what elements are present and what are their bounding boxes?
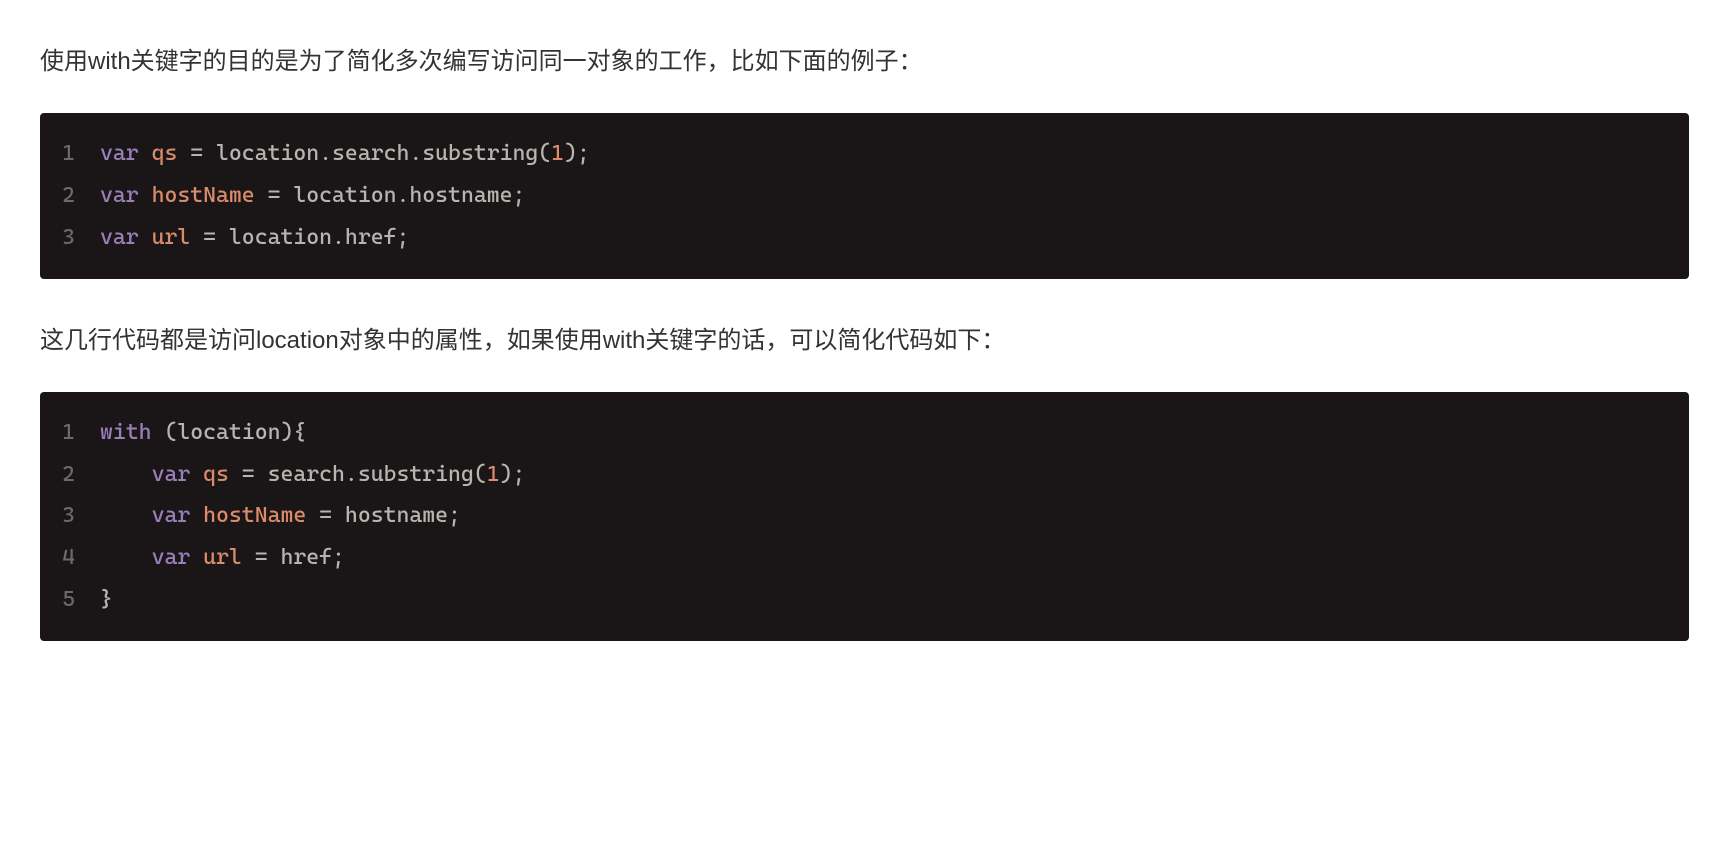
code-content: var hostName = location.hostname; bbox=[100, 175, 525, 217]
code-token bbox=[139, 141, 152, 166]
code-line: 4 var url = href; bbox=[40, 537, 1689, 579]
code-line: 2 var qs = search.substring(1); bbox=[40, 454, 1689, 496]
line-number: 2 bbox=[60, 175, 100, 217]
code-token: ); bbox=[500, 462, 526, 487]
code-block-2: 1with (location){2 var qs = search.subst… bbox=[40, 392, 1689, 641]
code-line: 3var url = location.href; bbox=[40, 217, 1689, 259]
code-token bbox=[100, 462, 152, 487]
code-token bbox=[100, 503, 152, 528]
line-number: 3 bbox=[60, 495, 100, 537]
code-line: 2var hostName = location.hostname; bbox=[40, 175, 1689, 217]
code-token bbox=[139, 225, 152, 250]
code-content: var url = location.href; bbox=[100, 217, 409, 259]
code-token: hostName bbox=[203, 503, 306, 528]
code-content: } bbox=[100, 579, 113, 621]
code-token: var bbox=[152, 545, 191, 570]
code-token: url bbox=[152, 225, 191, 250]
line-number: 1 bbox=[60, 412, 100, 454]
code-token bbox=[139, 183, 152, 208]
code-token: var bbox=[100, 141, 139, 166]
code-line: 1var qs = location.search.substring(1); bbox=[40, 133, 1689, 175]
code-token: with bbox=[100, 420, 152, 445]
code-token: var bbox=[100, 225, 139, 250]
code-content: var hostName = hostname; bbox=[100, 495, 461, 537]
code-token bbox=[190, 462, 203, 487]
code-content: var url = href; bbox=[100, 537, 345, 579]
code-token bbox=[190, 503, 203, 528]
code-line: 5} bbox=[40, 579, 1689, 621]
line-number: 5 bbox=[60, 579, 100, 621]
code-token bbox=[190, 545, 203, 570]
code-line: 1with (location){ bbox=[40, 412, 1689, 454]
code-content: var qs = location.search.substring(1); bbox=[100, 133, 590, 175]
code-block-1: 1var qs = location.search.substring(1);2… bbox=[40, 113, 1689, 278]
code-token: = location.href; bbox=[190, 225, 409, 250]
code-token: var bbox=[152, 462, 191, 487]
code-token: url bbox=[203, 545, 242, 570]
line-number: 4 bbox=[60, 537, 100, 579]
code-line: 3 var hostName = hostname; bbox=[40, 495, 1689, 537]
line-number: 3 bbox=[60, 217, 100, 259]
code-token: = href; bbox=[242, 545, 345, 570]
code-token: qs bbox=[203, 462, 229, 487]
paragraph-2: 这几行代码都是访问location对象中的属性，如果使用with关键字的话，可以… bbox=[40, 319, 1689, 362]
code-token: = location.hostname; bbox=[255, 183, 526, 208]
code-token: hostName bbox=[152, 183, 255, 208]
code-token: ); bbox=[564, 141, 590, 166]
code-token: var bbox=[100, 183, 139, 208]
code-token: 1 bbox=[551, 141, 564, 166]
paragraph-1: 使用with关键字的目的是为了简化多次编写访问同一对象的工作，比如下面的例子： bbox=[40, 40, 1689, 83]
line-number: 2 bbox=[60, 454, 100, 496]
code-token: = hostname; bbox=[306, 503, 461, 528]
code-token: = location.search.substring( bbox=[177, 141, 551, 166]
code-token: (location){ bbox=[152, 420, 307, 445]
code-token: 1 bbox=[487, 462, 500, 487]
code-content: with (location){ bbox=[100, 412, 306, 454]
code-content: var qs = search.substring(1); bbox=[100, 454, 525, 496]
line-number: 1 bbox=[60, 133, 100, 175]
code-token: qs bbox=[152, 141, 178, 166]
code-token bbox=[100, 545, 152, 570]
code-token: } bbox=[100, 587, 113, 612]
code-token: = search.substring( bbox=[229, 462, 487, 487]
code-token: var bbox=[152, 503, 191, 528]
